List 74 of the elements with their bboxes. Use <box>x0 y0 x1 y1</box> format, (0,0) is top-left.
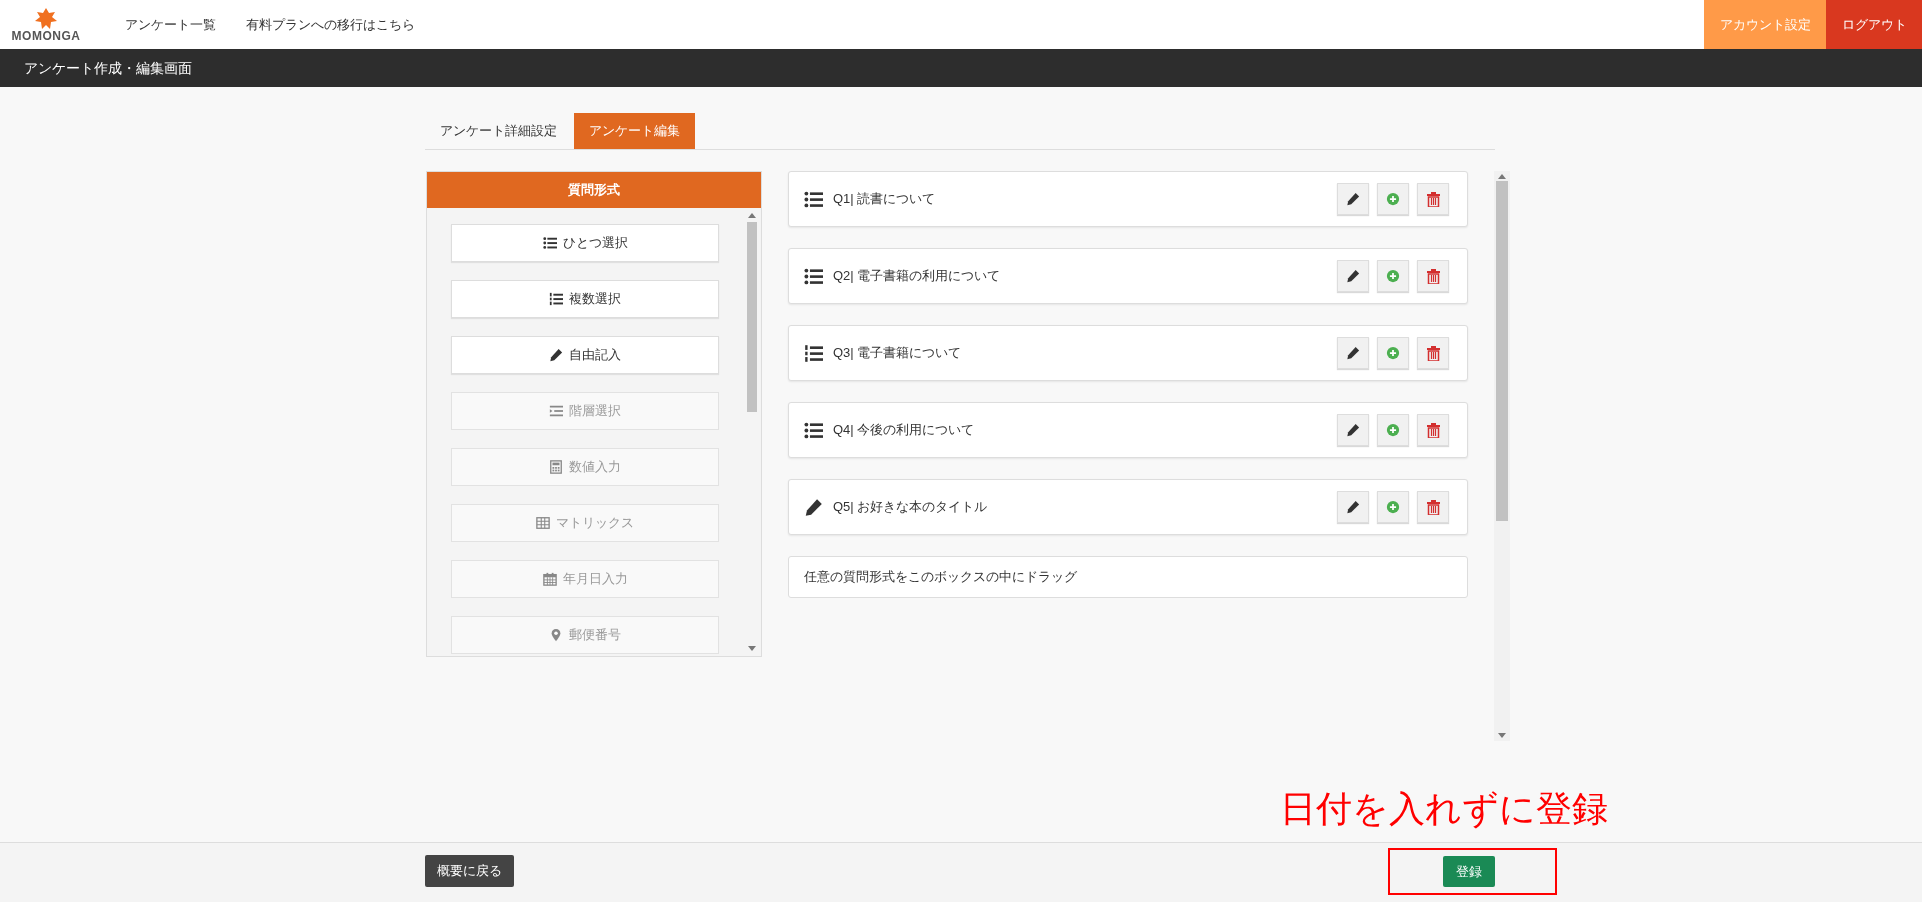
delete-button[interactable] <box>1417 491 1449 523</box>
tab[interactable]: アンケート詳細設定 <box>425 113 572 149</box>
pencil-icon <box>1346 500 1360 514</box>
edit-button[interactable] <box>1337 414 1369 446</box>
add-button[interactable] <box>1377 414 1409 446</box>
question-card[interactable]: Q1| 読書について <box>788 171 1468 227</box>
map-pin-icon <box>549 628 563 642</box>
numbered-list-icon <box>804 343 823 363</box>
list-icon <box>804 266 823 286</box>
scrollbar-thumb[interactable] <box>1496 181 1508 521</box>
question-card[interactable]: Q3| 電子書籍について <box>788 325 1468 381</box>
add-button[interactable] <box>1377 491 1409 523</box>
pencil-icon <box>549 348 563 362</box>
question-type-button[interactable]: 複数選択 <box>451 280 719 318</box>
logout-button[interactable]: ログアウト <box>1826 0 1922 49</box>
question-card[interactable]: Q4| 今後の利用について <box>788 402 1468 458</box>
edit-button[interactable] <box>1337 491 1369 523</box>
question-title: Q2| 電子書籍の利用について <box>833 267 1001 286</box>
annotation-text: 日付を入れずに登録 <box>1280 787 1608 831</box>
nav-link[interactable]: アンケート一覧 <box>125 14 216 35</box>
scroll-down-arrow-icon[interactable] <box>748 646 756 652</box>
edit-button[interactable] <box>1337 260 1369 292</box>
numbered-list-icon <box>549 292 563 306</box>
panel-header: 質問形式 <box>427 172 761 208</box>
drop-zone[interactable]: 任意の質問形式をこのボックスの中にドラッグ <box>788 556 1468 598</box>
question-type-button[interactable]: ひとつ選択 <box>451 224 719 262</box>
pencil-icon <box>1346 192 1360 206</box>
pencil-icon <box>1346 346 1360 360</box>
trash-icon <box>1426 499 1440 515</box>
question-title: Q3| 電子書籍について <box>833 344 962 363</box>
nav-link[interactable]: 有料プランへの移行はこちら <box>246 14 415 35</box>
trash-icon <box>1426 268 1440 284</box>
plus-circle-icon <box>1386 192 1400 206</box>
question-title: Q5| お好きな本のタイトル <box>833 498 988 517</box>
trash-icon <box>1426 345 1440 361</box>
scrollbar-track[interactable] <box>1494 171 1510 741</box>
plus-circle-icon <box>1386 269 1400 283</box>
add-button[interactable] <box>1377 260 1409 292</box>
scrollbar-thumb[interactable] <box>747 222 757 412</box>
pencil-icon <box>1346 269 1360 283</box>
plus-circle-icon <box>1386 346 1400 360</box>
question-card[interactable]: Q5| お好きな本のタイトル <box>788 479 1468 535</box>
scroll-up-arrow-icon[interactable] <box>1498 173 1506 179</box>
pencil-icon <box>804 497 823 517</box>
plus-circle-icon <box>1386 500 1400 514</box>
trash-icon <box>1426 191 1440 207</box>
list-icon <box>804 189 823 209</box>
back-button[interactable]: 概要に戻る <box>425 855 514 887</box>
add-button[interactable] <box>1377 337 1409 369</box>
calendar-icon <box>542 572 557 586</box>
register-button[interactable]: 登録 <box>1443 856 1495 887</box>
scroll-up-arrow-icon[interactable] <box>748 212 756 218</box>
list-icon <box>804 420 823 440</box>
question-type-button[interactable]: 自由記入 <box>451 336 719 374</box>
page-title: アンケート作成・編集画面 <box>24 58 192 78</box>
calculator-icon <box>549 460 563 474</box>
table-icon <box>536 516 550 530</box>
logo[interactable]: MOMONGA <box>13 0 79 49</box>
delete-button[interactable] <box>1417 414 1449 446</box>
add-button[interactable] <box>1377 183 1409 215</box>
edit-button[interactable] <box>1337 183 1369 215</box>
edit-button[interactable] <box>1337 337 1369 369</box>
question-title: Q4| 今後の利用について <box>833 421 975 440</box>
trash-icon <box>1426 422 1440 438</box>
plus-circle-icon <box>1386 423 1400 437</box>
question-title: Q1| 読書について <box>833 190 936 209</box>
indent-icon <box>549 404 563 418</box>
delete-button[interactable] <box>1417 183 1449 215</box>
delete-button[interactable] <box>1417 337 1449 369</box>
question-card[interactable]: Q2| 電子書籍の利用について <box>788 248 1468 304</box>
scroll-down-arrow-icon[interactable] <box>1498 733 1506 739</box>
delete-button[interactable] <box>1417 260 1449 292</box>
list-icon <box>542 236 557 250</box>
pencil-icon <box>1346 423 1360 437</box>
